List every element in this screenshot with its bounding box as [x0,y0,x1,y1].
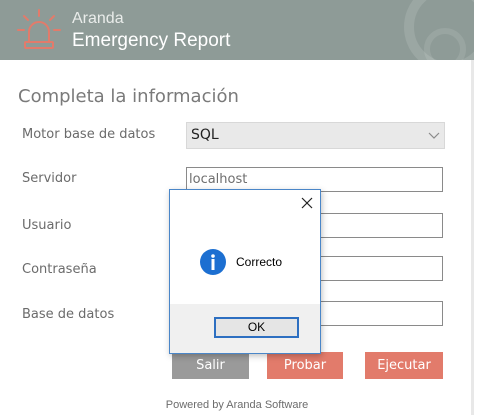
ejecutar-button[interactable]: Ejecutar [365,352,443,379]
motor-label: Motor base de datos [22,127,156,142]
section-title: Completa la información [18,86,239,107]
contrasena-label: Contraseña [22,262,97,277]
info-icon [200,249,226,275]
ok-button[interactable]: OK [214,317,299,338]
servidor-label: Servidor [22,171,77,186]
app-header: Aranda Emergency Report [0,0,474,60]
salir-button[interactable]: Salir [172,352,249,379]
message-dialog: Correcto OK [169,189,321,354]
usuario-label: Usuario [22,218,72,233]
chevron-down-icon [428,132,440,139]
product-name: Emergency Report [72,30,231,51]
probar-button[interactable]: Probar [267,352,343,379]
siren-icon [17,9,61,49]
close-icon[interactable] [300,196,314,210]
base-datos-label: Base de datos [22,307,115,322]
brand-name: Aranda [72,10,124,27]
dialog-message: Correcto [236,255,283,269]
footer-text: Powered by Aranda Software [165,399,309,411]
motor-select[interactable]: SQL [186,122,445,149]
motor-select-value: SQL [191,127,219,143]
dialog-button-bar: OK [170,304,320,353]
